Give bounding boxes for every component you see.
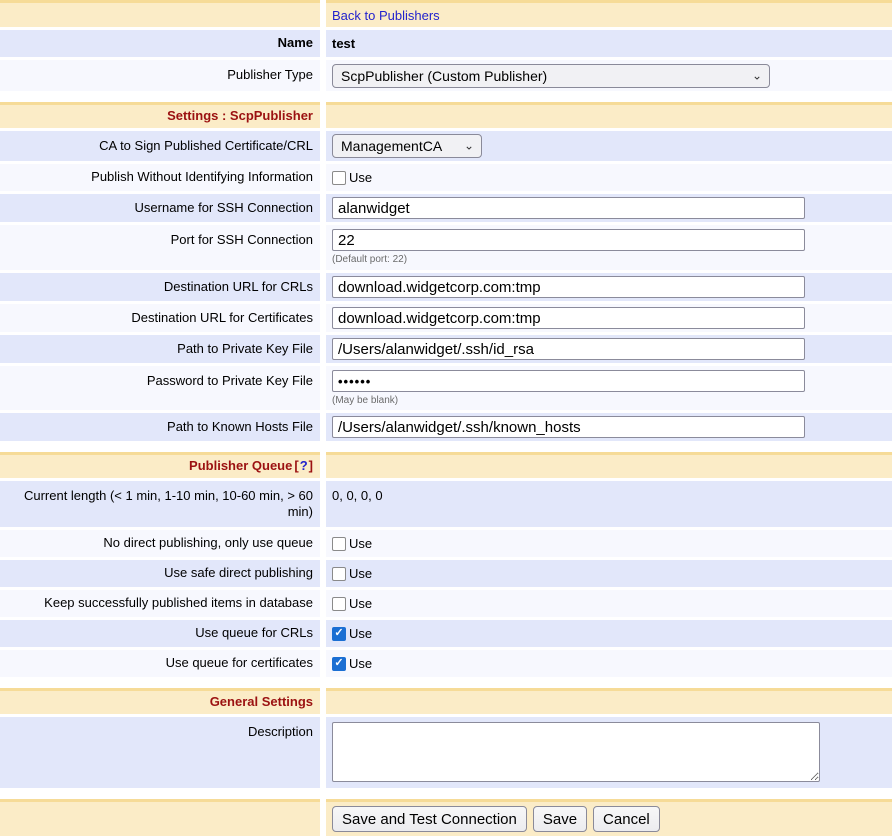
name-row: Name test xyxy=(0,30,892,57)
username-input[interactable] xyxy=(332,197,805,219)
safe-direct-publishing-label: Use safe direct publishing xyxy=(0,560,320,587)
queue-checkbox-row: Use queue for CRLs Use xyxy=(0,620,892,647)
anon-label: Publish Without Identifying Information xyxy=(0,164,320,191)
queue-checkbox-row: Keep successfully published items in dat… xyxy=(0,590,892,617)
no-direct-publishing-label: No direct publishing, only use queue xyxy=(0,530,320,557)
cert-url-input[interactable] xyxy=(332,307,805,329)
help-bracket-open: [ xyxy=(294,458,298,474)
section-gap xyxy=(0,788,892,799)
cancel-button[interactable]: Cancel xyxy=(593,806,660,832)
publisher-type-row: Publisher Type ScpPublisher (Custom Publ… xyxy=(0,60,892,91)
crl-url-input[interactable] xyxy=(332,276,805,298)
checkbox-label: Use xyxy=(349,656,372,671)
password-input[interactable] xyxy=(332,370,805,392)
description-row: Description xyxy=(0,717,892,788)
port-label: Port for SSH Connection xyxy=(0,225,320,270)
use-queue-crls-label: Use queue for CRLs xyxy=(0,620,320,647)
ca-select[interactable]: ManagementCA xyxy=(332,134,482,158)
queue-help-link[interactable]: ? xyxy=(300,458,308,474)
knownhosts-input[interactable] xyxy=(332,416,805,438)
general-section-header: General Settings xyxy=(0,688,892,714)
queue-length-row: Current length (< 1 min, 1-10 min, 10-60… xyxy=(0,481,892,527)
use-queue-certs-label: Use queue for certificates xyxy=(0,650,320,677)
name-label: Name xyxy=(0,30,320,57)
username-row: Username for SSH Connection xyxy=(0,194,892,222)
section-gap xyxy=(0,441,892,452)
queue-section-title: Publisher Queue xyxy=(189,458,292,474)
checkbox-label: Use xyxy=(349,566,372,581)
knownhosts-row: Path to Known Hosts File xyxy=(0,413,892,441)
general-section-title: General Settings xyxy=(210,694,313,710)
use-queue-crls-checkbox[interactable] xyxy=(332,627,346,641)
anon-checkbox[interactable] xyxy=(332,171,346,185)
cert-url-label: Destination URL for Certificates xyxy=(0,304,320,332)
password-note: (May be blank) xyxy=(332,395,398,406)
use-queue-certs-checkbox[interactable] xyxy=(332,657,346,671)
cert-url-row: Destination URL for Certificates xyxy=(0,304,892,332)
checkbox-label: Use xyxy=(349,596,372,611)
knownhosts-label: Path to Known Hosts File xyxy=(0,413,320,441)
edit-publisher-page: Back to Publishers Name test Publisher T… xyxy=(0,0,892,836)
queue-length-label: Current length (< 1 min, 1-10 min, 10-60… xyxy=(0,481,320,527)
section-gap xyxy=(0,91,892,102)
port-input[interactable] xyxy=(332,229,805,251)
no-direct-publishing-checkbox[interactable] xyxy=(332,537,346,551)
keep-published-items-checkbox[interactable] xyxy=(332,597,346,611)
privkey-label: Path to Private Key File xyxy=(0,335,320,363)
queue-checkbox-row: Use queue for certificates Use xyxy=(0,650,892,677)
password-label: Password to Private Key File xyxy=(0,366,320,410)
port-row: Port for SSH Connection (Default port: 2… xyxy=(0,225,892,270)
keep-published-items-label: Keep successfully published items in dat… xyxy=(0,590,320,617)
description-label: Description xyxy=(0,717,320,788)
help-bracket-close: ] xyxy=(309,458,313,474)
actions-row: Save and Test Connection Save Cancel xyxy=(0,799,892,836)
username-label: Username for SSH Connection xyxy=(0,194,320,222)
queue-checkbox-row: Use safe direct publishing Use xyxy=(0,560,892,587)
save-and-test-button[interactable]: Save and Test Connection xyxy=(332,806,527,832)
publisher-type-select[interactable]: ScpPublisher (Custom Publisher) xyxy=(332,64,770,88)
back-to-publishers-link[interactable]: Back to Publishers xyxy=(332,8,440,23)
safe-direct-publishing-checkbox[interactable] xyxy=(332,567,346,581)
privkey-row: Path to Private Key File xyxy=(0,335,892,363)
password-row: Password to Private Key File (May be bla… xyxy=(0,366,892,410)
queue-checkbox-row: No direct publishing, only use queue Use xyxy=(0,530,892,557)
queue-length-value: 0, 0, 0, 0 xyxy=(326,481,892,527)
anon-checkbox-label: Use xyxy=(349,170,372,185)
crl-url-label: Destination URL for CRLs xyxy=(0,273,320,301)
crl-url-row: Destination URL for CRLs xyxy=(0,273,892,301)
back-link-row-spacer xyxy=(0,0,320,27)
settings-section-header: Settings : ScpPublisher xyxy=(0,102,892,128)
anon-row: Publish Without Identifying Information … xyxy=(0,164,892,191)
port-note: (Default port: 22) xyxy=(332,254,407,265)
section-gap xyxy=(0,677,892,688)
back-link-row: Back to Publishers xyxy=(0,0,892,27)
publisher-type-label: Publisher Type xyxy=(0,60,320,91)
description-textarea[interactable] xyxy=(332,722,820,782)
checkbox-label: Use xyxy=(349,626,372,641)
settings-section-title: Settings : ScpPublisher xyxy=(167,108,313,124)
name-value: test xyxy=(326,30,892,57)
privkey-input[interactable] xyxy=(332,338,805,360)
save-button[interactable]: Save xyxy=(533,806,587,832)
queue-section-header: Publisher Queue [?] xyxy=(0,452,892,478)
ca-label: CA to Sign Published Certificate/CRL xyxy=(0,131,320,161)
ca-row: CA to Sign Published Certificate/CRL Man… xyxy=(0,131,892,161)
checkbox-label: Use xyxy=(349,536,372,551)
